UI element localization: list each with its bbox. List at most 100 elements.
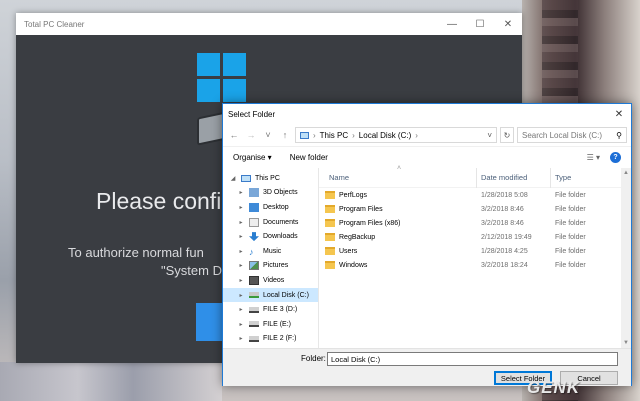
file-row-program-files-x86[interactable]: Program Files (x86) 3/2/2018 8:46 File f… bbox=[319, 216, 631, 230]
genk-watermark: GENK bbox=[527, 378, 581, 397]
breadcrumb-local-disk[interactable]: Local Disk (C:) bbox=[359, 131, 411, 140]
computer-icon bbox=[241, 174, 251, 182]
up-arrow-icon[interactable]: ↑ bbox=[278, 130, 292, 140]
file-date: 3/2/2018 8:46 bbox=[481, 219, 524, 227]
navigation-pane[interactable]: ◢ This PC ▸ 3D Objects ▸ Desktop ▸ Docum… bbox=[223, 168, 319, 348]
folder-icon bbox=[325, 205, 335, 213]
dialog-close-icon[interactable]: ✕ bbox=[607, 109, 631, 120]
tree-item-documents[interactable]: ▸ Documents bbox=[223, 215, 318, 230]
search-input[interactable]: Search Local Disk (C:) ⚲ bbox=[517, 127, 627, 143]
tree-item-videos[interactable]: ▸ Videos bbox=[223, 273, 318, 288]
back-arrow-icon[interactable]: ← bbox=[227, 130, 241, 140]
drive-icon bbox=[249, 292, 259, 299]
tree-item-label: FILE 3 (D:) bbox=[263, 306, 298, 314]
tree-item-label: Music bbox=[263, 247, 282, 255]
address-dropdown-icon[interactable]: ˅ bbox=[487, 131, 492, 140]
collapsed-chevron-icon[interactable]: ▸ bbox=[237, 233, 245, 240]
3d-objects-icon bbox=[249, 188, 259, 198]
file-name: RegBackup bbox=[339, 233, 376, 241]
sort-ascending-icon: ˄ bbox=[397, 165, 402, 172]
authorize-text: To authorize normal fun bbox=[68, 245, 204, 260]
file-type: File folder bbox=[555, 205, 586, 213]
downloads-icon bbox=[249, 232, 259, 242]
tree-item-desktop[interactable]: ▸ Desktop bbox=[223, 200, 318, 215]
address-bar[interactable]: › This PC › Local Disk (C:) › ˅ bbox=[295, 127, 497, 143]
folder-icon bbox=[325, 219, 335, 227]
dialog-body: ◢ This PC ▸ 3D Objects ▸ Desktop ▸ Docum… bbox=[223, 165, 631, 348]
collapsed-chevron-icon[interactable]: ▸ bbox=[237, 335, 245, 342]
tree-item-file-e[interactable]: ▸ FILE (E:) bbox=[223, 317, 318, 332]
collapsed-chevron-icon[interactable]: ▸ bbox=[237, 204, 245, 211]
file-row-program-files[interactable]: Program Files 3/2/2018 8:46 File folder bbox=[319, 202, 631, 216]
file-row-windows[interactable]: Windows 3/2/2018 18:24 File folder bbox=[319, 258, 631, 272]
file-name: Windows bbox=[339, 261, 368, 269]
file-list[interactable]: ˄ Name Date modified Type PerfLogs 1/28/… bbox=[319, 165, 631, 348]
tree-item-label: Downloads bbox=[263, 233, 298, 241]
tree-item-music[interactable]: ▸ ♪ Music bbox=[223, 244, 318, 259]
folder-input[interactable]: Local Disk (C:) bbox=[327, 352, 618, 366]
file-type: File folder bbox=[555, 261, 586, 269]
file-row-perflogs[interactable]: PerfLogs 1/28/2018 5:08 File folder bbox=[319, 188, 631, 202]
breadcrumb-this-pc[interactable]: This PC bbox=[320, 131, 348, 140]
new-folder-button[interactable]: New folder bbox=[290, 153, 328, 162]
forward-arrow-icon[interactable]: → bbox=[244, 130, 258, 140]
collapsed-chevron-icon[interactable]: ▸ bbox=[237, 219, 245, 226]
collapsed-chevron-icon[interactable]: ▸ bbox=[237, 306, 245, 313]
file-type: File folder bbox=[555, 233, 586, 241]
tree-item-file-2-f[interactable]: ▸ FILE 2 (F:) bbox=[223, 332, 318, 347]
collapsed-chevron-icon[interactable]: ▸ bbox=[237, 277, 245, 284]
tree-item-label: Documents bbox=[263, 218, 299, 226]
recent-locations-icon[interactable]: ˅ bbox=[261, 130, 275, 140]
scroll-down-icon[interactable]: ▼ bbox=[621, 338, 631, 348]
tree-item-label: Pictures bbox=[263, 262, 289, 270]
system-drive-text: "System D bbox=[161, 263, 222, 278]
scroll-up-icon[interactable]: ▲ bbox=[621, 168, 631, 178]
documents-icon bbox=[249, 217, 259, 227]
tree-item-label: FILE (E:) bbox=[263, 320, 292, 328]
close-icon[interactable]: ✕ bbox=[494, 13, 522, 35]
windows-logo-icon bbox=[197, 53, 247, 103]
collapsed-chevron-icon[interactable]: ▸ bbox=[237, 262, 245, 269]
pictures-icon bbox=[249, 261, 259, 271]
column-header-type[interactable]: Type bbox=[551, 168, 611, 188]
file-name: Program Files bbox=[339, 205, 383, 213]
help-icon[interactable]: ? bbox=[610, 152, 621, 163]
folder-icon bbox=[325, 261, 335, 269]
organise-button[interactable]: Organise ▾ bbox=[233, 153, 272, 162]
file-date: 3/2/2018 8:46 bbox=[481, 205, 524, 213]
file-date: 3/2/2018 18:24 bbox=[481, 261, 528, 269]
search-placeholder: Search Local Disk (C:) bbox=[522, 130, 603, 140]
drive-icon bbox=[249, 321, 259, 328]
search-icon: ⚲ bbox=[616, 130, 622, 140]
maximize-icon[interactable]: ☐ bbox=[466, 13, 494, 35]
dialog-titlebar: Select Folder ✕ bbox=[223, 104, 631, 124]
minimize-icon[interactable]: — bbox=[438, 13, 466, 35]
file-type: File folder bbox=[555, 247, 586, 255]
file-type: File folder bbox=[555, 219, 586, 227]
column-headers: ˄ Name Date modified Type bbox=[319, 165, 631, 188]
collapsed-chevron-icon[interactable]: ▸ bbox=[237, 248, 245, 255]
address-row: ← → ˅ ↑ › This PC › Local Disk (C:) › ˅ … bbox=[223, 124, 631, 146]
view-options-icon[interactable]: ☰ ▾ bbox=[587, 153, 600, 162]
file-row-regbackup[interactable]: RegBackup 2/12/2018 19:49 File folder bbox=[319, 230, 631, 244]
tree-item-pictures[interactable]: ▸ Pictures bbox=[223, 259, 318, 274]
tree-item-local-disk-c[interactable]: ▸ Local Disk (C:) bbox=[223, 287, 318, 303]
tree-item-label: This PC bbox=[255, 174, 280, 182]
column-header-date[interactable]: Date modified bbox=[477, 167, 551, 188]
file-name: Users bbox=[339, 247, 358, 255]
expanded-chevron-icon[interactable]: ◢ bbox=[229, 175, 237, 182]
file-name: PerfLogs bbox=[339, 191, 368, 199]
refresh-icon[interactable]: ↻ bbox=[500, 127, 514, 143]
tree-item-this-pc[interactable]: ◢ This PC bbox=[223, 171, 318, 186]
collapsed-chevron-icon[interactable]: ▸ bbox=[237, 189, 245, 196]
collapsed-chevron-icon[interactable]: ▸ bbox=[237, 321, 245, 328]
collapsed-chevron-icon[interactable]: ▸ bbox=[237, 292, 245, 299]
videos-icon bbox=[249, 275, 259, 285]
tree-item-3d-objects[interactable]: ▸ 3D Objects bbox=[223, 186, 318, 201]
folder-icon bbox=[325, 247, 335, 255]
tree-item-file-3-d[interactable]: ▸ FILE 3 (D:) bbox=[223, 302, 318, 317]
file-name: Program Files (x86) bbox=[339, 219, 401, 227]
vertical-scrollbar[interactable]: ▲ ▼ bbox=[621, 168, 631, 348]
file-row-users[interactable]: Users 1/28/2018 4:25 File folder bbox=[319, 244, 631, 258]
tree-item-downloads[interactable]: ▸ Downloads bbox=[223, 229, 318, 244]
